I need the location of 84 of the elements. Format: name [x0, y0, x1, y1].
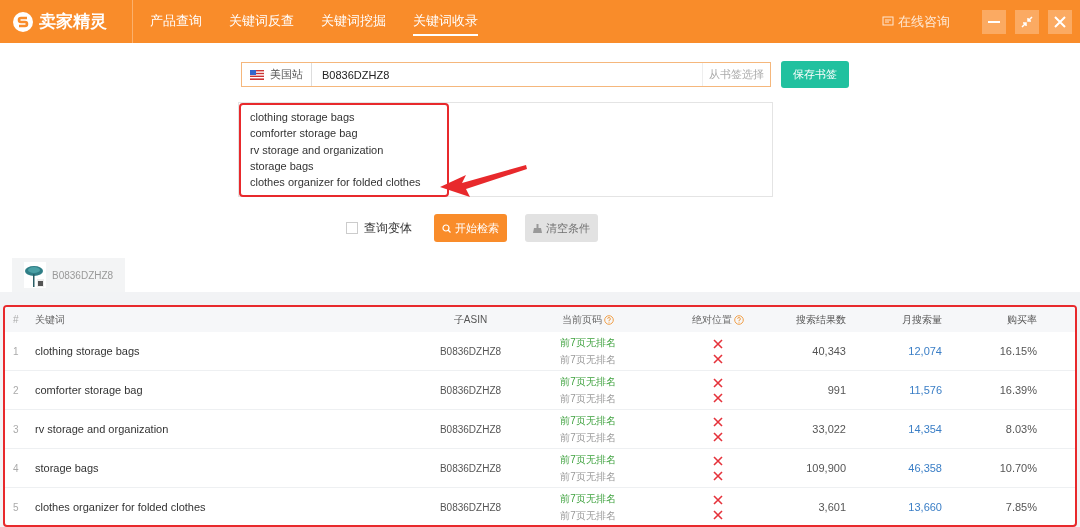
close-button[interactable]	[1048, 10, 1072, 34]
chat-icon	[882, 16, 894, 27]
keyword-line: clothing storage bags	[250, 110, 355, 125]
page-rank-text: 前7页无排名	[560, 335, 616, 350]
page-rank-text: 前7页无排名	[560, 491, 616, 506]
brand-name: 卖家精灵	[39, 11, 107, 33]
results-count-cell-text: 109,900	[805, 462, 846, 474]
nav-tab[interactable]: 关键词收录	[413, 7, 478, 36]
restore-button[interactable]	[1015, 10, 1039, 34]
page-rank-text: 前7页无排名	[560, 469, 616, 484]
row-number: 4	[12, 462, 20, 474]
results-count-cell-text: 33,022	[811, 423, 846, 435]
cross-icon	[713, 377, 723, 388]
close-icon	[1054, 16, 1066, 28]
column-header: 绝对位置	[692, 312, 732, 327]
asin-cell-text: B0836DZHZ8	[438, 423, 503, 435]
page-rank-text: 前7页无排名	[560, 413, 616, 428]
cross-icon	[713, 392, 723, 403]
cross-icon	[713, 338, 723, 349]
column-header: 月搜索量	[901, 312, 942, 327]
variant-checkbox[interactable]	[346, 222, 358, 234]
cross-icon	[713, 509, 723, 520]
keyword-line: rv storage and organization	[250, 142, 384, 158]
row-number: 5	[12, 501, 20, 513]
nav-tab[interactable]: 产品查询	[150, 7, 202, 36]
asin-cell-text: B0836DZHZ8	[438, 501, 503, 513]
variant-label: 查询变体	[364, 219, 412, 237]
keyword-cell-text: clothes organizer for folded clothes	[34, 501, 207, 513]
help-icon	[734, 314, 744, 325]
broom-icon	[533, 223, 542, 233]
online-consult-link[interactable]: 在线咨询	[898, 12, 950, 31]
page-rank-text: 前7页无排名	[560, 391, 616, 406]
save-bookmark-button[interactable]: 保存书签	[781, 61, 849, 88]
bookmark-select-link[interactable]: 从书签选择	[702, 63, 770, 86]
column-header: 购买率	[1006, 312, 1037, 327]
cross-icon	[713, 353, 723, 364]
row-number: 2	[12, 384, 20, 396]
purchase-rate-cell-text: 8.03%	[1004, 423, 1037, 435]
purchase-rate-cell-text: 16.15%	[998, 345, 1037, 357]
search-icon	[442, 223, 451, 233]
keyword-cell-text: storage bags	[34, 462, 100, 474]
column-header: 关键词	[34, 312, 66, 327]
result-tab[interactable]: B0836DZHZ8	[12, 258, 126, 292]
results-count-cell-text: 40,343	[811, 345, 846, 357]
keyword-line: comforter storage bag	[250, 126, 358, 142]
cross-icon	[713, 494, 723, 505]
results-count-cell-text: 991	[826, 384, 846, 396]
asin-cell-text: B0836DZHZ8	[438, 384, 503, 396]
column-header: #	[12, 314, 20, 325]
keyword-cell-text: comforter storage bag	[34, 384, 144, 396]
asin-cell-text: B0836DZHZ8	[438, 345, 503, 357]
cross-icon	[713, 431, 723, 442]
nav-tab[interactable]: 关键词反查	[229, 7, 294, 36]
start-search-button[interactable]: 开始检索	[434, 214, 507, 242]
cross-icon	[713, 455, 723, 466]
minimize-button[interactable]	[982, 10, 1006, 34]
purchase-rate-cell-text: 16.39%	[998, 384, 1037, 396]
minimize-icon	[988, 21, 1000, 23]
row-number: 3	[12, 423, 20, 435]
page-rank-text: 前7页无排名	[560, 508, 616, 523]
page-rank-text: 前7页无排名	[560, 430, 616, 445]
asin-search-field[interactable]: 美国站 B0836DZHZ8 从书签选择	[241, 62, 771, 87]
purchase-rate-cell-text: 10.70%	[998, 462, 1037, 474]
column-header: 子ASIN	[452, 312, 489, 327]
cross-icon	[713, 416, 723, 427]
page-rank-text: 前7页无排名	[560, 352, 616, 367]
us-flag-icon	[250, 69, 264, 80]
asin-cell-text: B0836DZHZ8	[438, 462, 503, 474]
help-icon	[604, 314, 614, 325]
keyword-line: clothes organizer for folded clothes	[250, 175, 421, 191]
purchase-rate-cell-text: 7.85%	[1004, 501, 1037, 513]
nav-tab[interactable]: 关键词挖掘	[321, 7, 386, 36]
keyword-cell-text: rv storage and organization	[34, 423, 170, 435]
results-count-cell-text: 3,601	[817, 501, 846, 513]
column-header: 当前页码	[562, 312, 602, 327]
page-rank-text: 前7页无排名	[560, 374, 616, 389]
page-rank-text: 前7页无排名	[560, 452, 616, 467]
keyword-line: storage bags	[250, 158, 314, 174]
cross-icon	[713, 470, 723, 481]
site-selector[interactable]: 美国站	[242, 63, 312, 86]
column-header: 搜索结果数	[795, 312, 846, 327]
row-number: 1	[12, 345, 20, 357]
logo-icon	[12, 10, 34, 33]
keyword-cell-text: clothing storage bags	[34, 345, 141, 357]
